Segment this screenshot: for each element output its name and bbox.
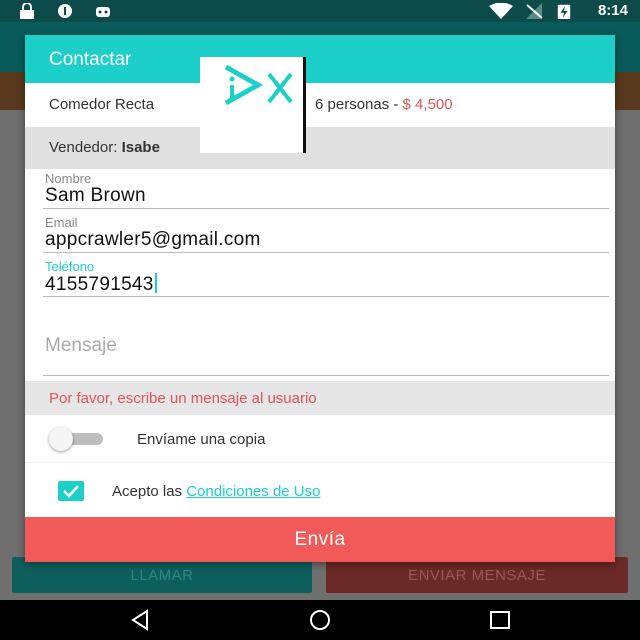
product-summary: Comedor Recta 6 personas - $ 4,500 — [25, 83, 615, 127]
email-input[interactable]: appcrawler5@gmail.com — [45, 229, 261, 251]
status-bar: 8:14 — [0, 0, 640, 22]
no-signal-icon — [526, 3, 543, 19]
email-label: Email — [45, 215, 78, 230]
recents-icon[interactable] — [488, 608, 512, 632]
terms-row: Acepto las Condiciones de Uso — [25, 463, 615, 517]
battery-charging-icon — [557, 4, 571, 19]
email-underline — [43, 252, 609, 253]
name-label: Nombre — [45, 171, 92, 186]
android-icon — [96, 7, 110, 17]
name-underline — [43, 208, 609, 209]
submit-button[interactable]: Envía — [25, 517, 615, 562]
ad-banner[interactable] — [200, 57, 306, 153]
phone-input-wrapper[interactable]: 4155791543 — [45, 273, 157, 296]
send-copy-label: Envíame una copia — [137, 431, 266, 448]
phone-input[interactable]: 4155791543 — [45, 274, 154, 295]
message-underline — [43, 375, 609, 376]
vendor-label: Vendedor: — [49, 139, 122, 156]
phone-label: Teléfono — [45, 259, 95, 274]
terms-checkbox[interactable] — [58, 481, 84, 501]
phone-underline — [43, 296, 609, 297]
navigation-bar — [0, 600, 640, 640]
product-price: $ 4,500 — [402, 96, 453, 113]
error-message: Por favor, escribe un mensaje al usuario — [49, 390, 317, 407]
error-banner: Por favor, escribe un mensaje al usuario — [25, 381, 615, 415]
text-caret — [154, 273, 157, 293]
terms-label: Acepto las Condiciones de Uso — [112, 483, 320, 500]
terms-link[interactable]: Condiciones de Uso — [186, 483, 320, 500]
vendor-name: Isabe — [121, 139, 160, 156]
ad-close-icon[interactable] — [266, 71, 294, 105]
lock-icon — [20, 3, 34, 19]
name-field[interactable]: Nombre Sam Brown — [43, 171, 609, 211]
terms-prefix: Acepto las — [112, 483, 187, 500]
product-details: 6 personas - $ 4,500 — [315, 96, 453, 113]
dialog-header: Contactar — [25, 35, 615, 83]
vendor-row: Vendedor: Isabe — [25, 127, 615, 169]
status-time: 8:14 — [597, 2, 628, 19]
name-input[interactable]: Sam Brown — [45, 185, 146, 207]
product-name: Comedor Recta — [49, 96, 155, 113]
product-people: 6 personas - — [315, 96, 403, 113]
send-message-button[interactable]: ENVIAR MENSAJE — [326, 557, 628, 593]
home-icon[interactable] — [308, 608, 332, 632]
wifi-icon — [489, 3, 513, 19]
send-copy-row[interactable]: Envíame una copia — [25, 415, 615, 463]
email-field[interactable]: Email appcrawler5@gmail.com — [43, 215, 609, 255]
contact-dialog: Contactar Comedor Recta 6 personas - $ 4… — [25, 35, 615, 562]
call-button[interactable]: LLAMAR — [12, 557, 312, 593]
dialog-title: Contactar — [49, 49, 132, 70]
phone-field[interactable]: Teléfono 4155791543 — [43, 259, 609, 299]
message-input[interactable]: Mensaje — [45, 335, 117, 357]
toggle-thumb[interactable] — [49, 427, 73, 451]
checkmark-icon — [63, 485, 79, 498]
vendor-info: Vendedor: Isabe — [49, 139, 160, 156]
back-icon[interactable] — [128, 608, 152, 632]
info-circle-icon — [58, 4, 72, 18]
